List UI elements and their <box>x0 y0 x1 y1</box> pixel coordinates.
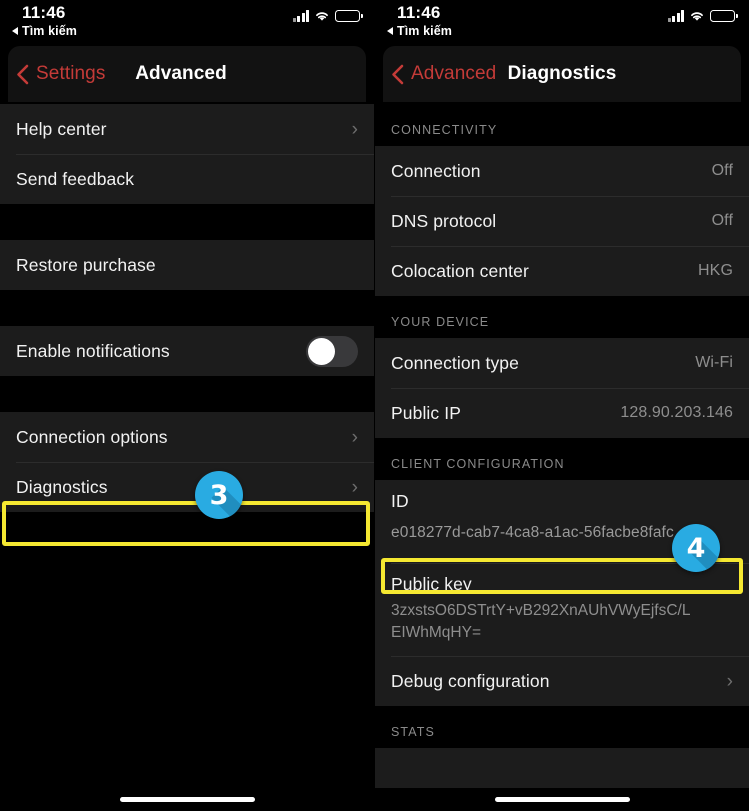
row-connection-type[interactable]: Connection type Wi-Fi <box>375 338 749 388</box>
status-bar-right: 11:46 Tìm kiếm <box>375 0 749 46</box>
row-label: Connection type <box>391 352 519 373</box>
row-dns-protocol[interactable]: DNS protocol Off <box>375 196 749 246</box>
battery-icon <box>710 10 738 22</box>
row-send-feedback[interactable]: Send feedback <box>0 154 374 204</box>
row-connection-options[interactable]: Connection options › <box>0 412 374 462</box>
status-back-to-search[interactable]: Tìm kiếm <box>387 24 452 38</box>
row-label: Enable notifications <box>16 340 170 361</box>
status-bar-left: 11:46 Tìm kiếm <box>0 0 374 46</box>
row-label: Send feedback <box>16 168 135 189</box>
row-help-center[interactable]: Help center › <box>0 104 374 154</box>
annotation-badge-4: 4 <box>672 524 720 572</box>
triangle-left-icon <box>387 27 393 35</box>
row-public-key[interactable]: Public key 3zxstsO6DSTrtY+vB292XnAUhVWyE… <box>375 563 749 656</box>
nav-bar-wrap-right: Advanced Diagnostics <box>375 46 749 104</box>
group-gap <box>0 376 374 412</box>
home-indicator <box>375 797 749 802</box>
row-label: Debug configuration <box>391 670 550 691</box>
row-value: Off <box>711 212 733 229</box>
row-restore-purchase[interactable]: Restore purchase <box>0 240 374 290</box>
status-back-label: Tìm kiếm <box>22 24 77 38</box>
dual-screenshot-container: 11:46 Tìm kiếm Settings Advanced Help ce… <box>0 0 749 811</box>
settings-list-left: Help center › Send feedback Restore purc… <box>0 104 374 512</box>
back-label: Settings <box>36 63 106 84</box>
diagnostics-list: CONNECTIVITY Connection Off DNS protocol… <box>375 104 749 788</box>
chevron-right-icon: › <box>351 426 358 448</box>
row-value: 128.90.203.146 <box>620 404 733 421</box>
row-label: Public IP <box>391 402 461 423</box>
section-header-stats: STATS <box>375 706 749 748</box>
chevron-right-icon: › <box>726 670 733 692</box>
status-back-to-search[interactable]: Tìm kiếm <box>12 24 77 38</box>
section-header-connectivity: CONNECTIVITY <box>375 104 749 146</box>
group-gap <box>0 290 374 326</box>
settings-group-help: Help center › Send feedback <box>0 104 374 204</box>
row-diagnostics[interactable]: Diagnostics › <box>0 462 374 512</box>
client-id-value: e018277d-cab7-4ca8-a1ac-56facbe8fafc <box>391 524 674 541</box>
group-gap <box>0 204 374 240</box>
wifi-icon <box>314 10 330 22</box>
section-client-configuration: ID e018277d-cab7-4ca8-a1ac-56facbe8fafc … <box>375 480 749 706</box>
status-time: 11:46 <box>397 3 441 22</box>
annotation-badge-number: 3 <box>209 479 229 511</box>
triangle-left-icon <box>12 27 18 35</box>
wifi-icon <box>689 10 705 22</box>
row-value: Wi-Fi <box>695 354 733 371</box>
settings-group-connection: Connection options › Diagnostics › <box>0 412 374 512</box>
nav-bar-wrap-left: Settings Advanced <box>0 46 374 104</box>
row-label: Restore purchase <box>16 254 156 275</box>
settings-group-purchase: Restore purchase <box>0 240 374 290</box>
row-connection[interactable]: Connection Off <box>375 146 749 196</box>
nav-bar-left: Settings Advanced <box>8 46 366 102</box>
row-label: ID <box>391 491 409 511</box>
section-connectivity: Connection Off DNS protocol Off Colocati… <box>375 146 749 296</box>
row-label: Help center <box>16 118 107 139</box>
row-colocation-center[interactable]: Colocation center HKG <box>375 246 749 296</box>
row-label: Colocation center <box>391 260 529 281</box>
status-time: 11:46 <box>22 3 66 22</box>
row-label: Connection options <box>16 426 168 447</box>
chevron-left-icon <box>17 64 29 84</box>
chevron-right-icon: › <box>351 118 358 140</box>
back-to-advanced-button[interactable]: Advanced <box>391 63 496 85</box>
section-your-device: Connection type Wi-Fi Public IP 128.90.2… <box>375 338 749 438</box>
row-label: Public key <box>391 574 472 594</box>
right-phone-screen: 11:46 Tìm kiếm Advanced Diagnostics CONN… <box>374 0 749 811</box>
toggle-knob <box>308 337 335 365</box>
battery-icon <box>335 10 363 22</box>
section-header-your-device: YOUR DEVICE <box>375 296 749 338</box>
settings-group-notifications: Enable notifications <box>0 326 374 376</box>
row-label: Diagnostics <box>16 476 108 497</box>
status-back-label: Tìm kiếm <box>397 24 452 38</box>
row-debug-configuration[interactable]: Debug configuration › <box>375 656 749 706</box>
enable-notifications-toggle[interactable] <box>306 335 358 367</box>
chevron-right-icon: › <box>351 476 358 498</box>
row-label: Connection <box>391 160 481 181</box>
row-label: DNS protocol <box>391 210 497 231</box>
left-phone-screen: 11:46 Tìm kiếm Settings Advanced Help ce… <box>0 0 374 811</box>
back-label: Advanced <box>411 63 497 84</box>
status-indicators <box>667 10 738 22</box>
cellular-signal-icon <box>667 10 684 22</box>
row-enable-notifications[interactable]: Enable notifications <box>0 326 374 376</box>
row-value: Off <box>711 162 733 179</box>
section-header-client-configuration: CLIENT CONFIGURATION <box>375 438 749 480</box>
public-key-value: 3zxstsO6DSTrtY+vB292XnAUhVWyEjfsC/LEIWhM… <box>391 602 691 641</box>
cellular-signal-icon <box>292 10 309 22</box>
row-value: HKG <box>698 262 733 279</box>
back-to-settings-button[interactable]: Settings <box>16 63 105 85</box>
home-indicator <box>0 797 374 802</box>
section-stats <box>375 748 749 788</box>
annotation-badge-number: 4 <box>686 532 706 564</box>
chevron-left-icon <box>392 64 404 84</box>
row-public-ip[interactable]: Public IP 128.90.203.146 <box>375 388 749 438</box>
annotation-badge-3: 3 <box>195 471 243 519</box>
status-indicators <box>292 10 363 22</box>
nav-bar-right: Advanced Diagnostics <box>383 46 741 102</box>
